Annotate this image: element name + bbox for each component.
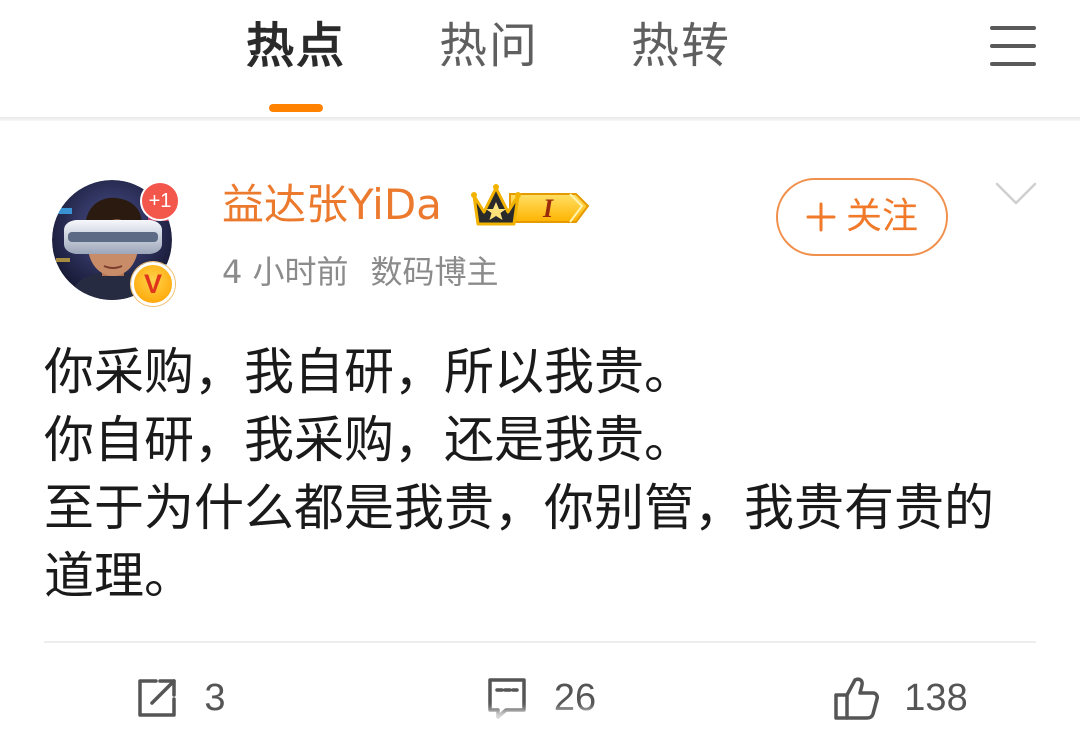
post-time: 4 小时前 (222, 253, 349, 291)
follow-label: 关注 (845, 196, 918, 237)
like-count: 138 (904, 677, 968, 719)
post-meta: 4 小时前 数码博主 (222, 251, 499, 293)
header-divider (0, 117, 1080, 121)
share-count: 3 (204, 677, 226, 719)
like-button[interactable]: 138 (720, 658, 1080, 738)
crown-level-badge-icon: I (471, 184, 590, 226)
plus-icon (806, 202, 836, 232)
top-tab-bar: 热点 热问 热转 (0, 0, 1080, 118)
author-tag: 数码博主 (370, 253, 499, 291)
tab-hot[interactable]: 热点 (246, 18, 346, 74)
menu-bar (990, 62, 1036, 66)
author-name[interactable]: 益达张YiDa (222, 178, 442, 232)
post-paragraph: 你采购，我自研，所以我贵。 (44, 343, 694, 401)
tab-hot-reposts[interactable]: 热转 (631, 18, 731, 74)
active-tab-indicator (269, 104, 323, 112)
menu-bar (990, 44, 1036, 48)
level-badge-label: I (542, 194, 554, 223)
watermark-blur (405, 710, 677, 748)
share-button[interactable]: 3 (0, 658, 360, 738)
menu-bar (990, 26, 1036, 30)
verified-v-badge-icon: V (131, 262, 175, 306)
tab-hot-questions[interactable]: 热问 (439, 18, 539, 74)
share-icon (138, 679, 177, 717)
follow-button[interactable]: 关注 (776, 178, 948, 256)
avatar-notification-badge: +1 (140, 181, 180, 221)
hamburger-menu-icon[interactable] (990, 26, 1036, 68)
chevron-down-icon[interactable] (995, 182, 1037, 206)
action-divider (44, 641, 1036, 643)
post-paragraph: 你自研，我采购，还是我贵。 (44, 411, 694, 469)
author-avatar-container[interactable]: +1 V (52, 180, 180, 306)
post-text: 你采购，我自研，所以我贵。 你自研，我采购，还是我贵。 至于为什么都是我贵，你别… (44, 338, 1036, 610)
thumbs-up-icon (834, 677, 880, 720)
post-paragraph: 至于为什么都是我贵，你别管，我贵有贵的道理。 (44, 479, 994, 605)
